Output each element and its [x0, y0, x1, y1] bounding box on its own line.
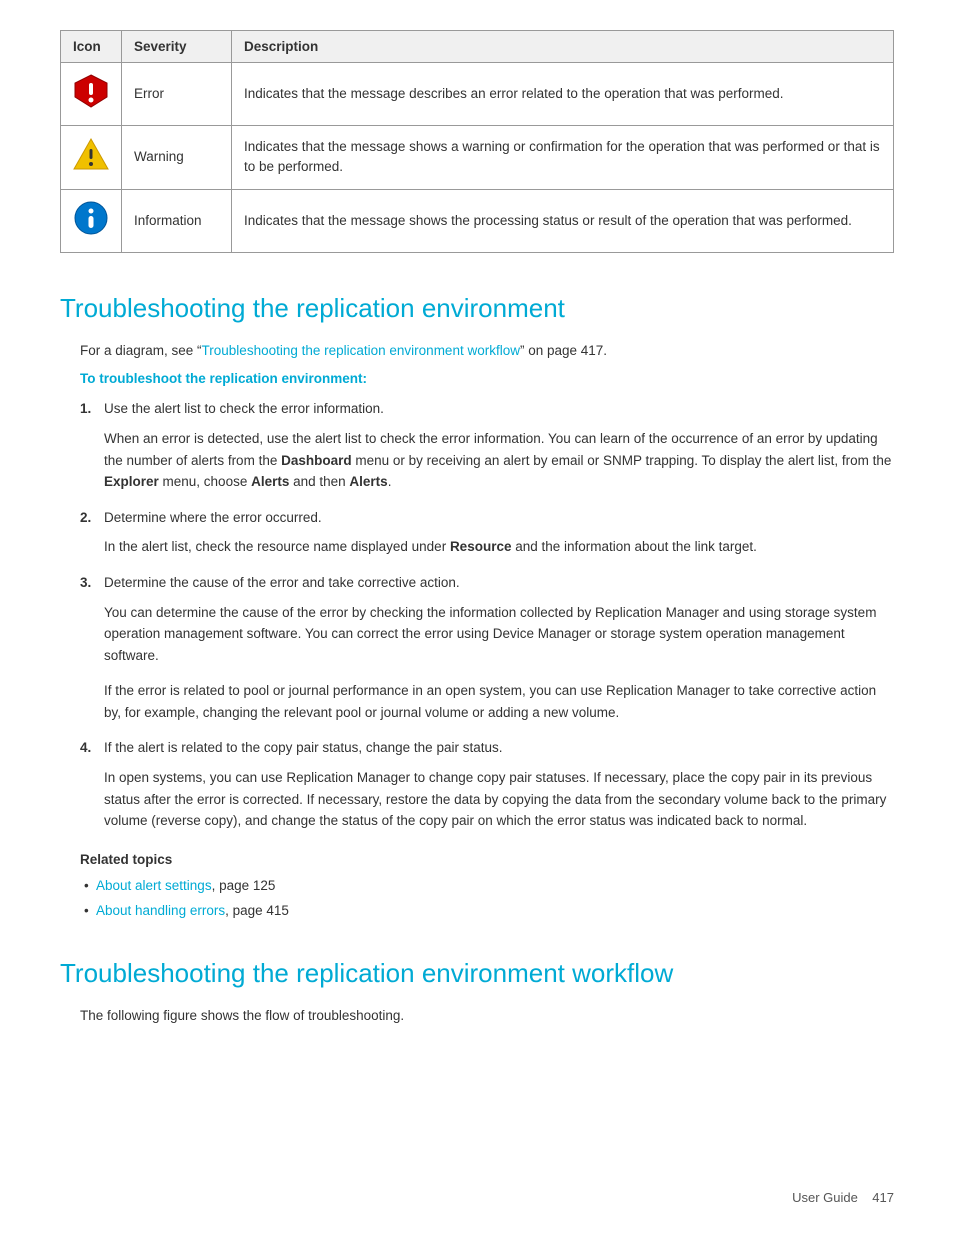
info-severity: Information: [122, 189, 232, 252]
subsection-heading: To troubleshoot the replication environm…: [80, 371, 894, 386]
error-severity: Error: [122, 63, 232, 126]
info-icon: [73, 200, 109, 236]
section2-heading: Troubleshooting the replication environm…: [60, 958, 894, 989]
related-topics-heading: Related topics: [80, 852, 894, 867]
info-icon-cell: [61, 189, 122, 252]
step-3-detail2: If the error is related to pool or journ…: [104, 680, 894, 723]
step-3: Determine the cause of the error and tak…: [80, 572, 894, 724]
intro-text: For a diagram, see “: [80, 343, 202, 358]
step-3-label: Determine the cause of the error and tak…: [104, 575, 460, 590]
about-handling-errors-link[interactable]: About handling errors: [96, 903, 225, 918]
warning-icon: [73, 136, 109, 172]
table-row: Information Indicates that the message s…: [61, 189, 894, 252]
footer-page: 417: [872, 1190, 894, 1205]
table-header-description: Description: [232, 31, 894, 63]
info-description: Indicates that the message shows the pro…: [232, 189, 894, 252]
step-4-detail: In open systems, you can use Replication…: [104, 767, 894, 832]
step-2: Determine where the error occurred. In t…: [80, 507, 894, 558]
step-2-label: Determine where the error occurred.: [104, 510, 322, 525]
workflow-link[interactable]: Troubleshooting the replication environm…: [202, 343, 520, 358]
about-alert-settings-link[interactable]: About alert settings: [96, 878, 212, 893]
intro-suffix: ” on page 417.: [520, 343, 607, 358]
step-2-detail: In the alert list, check the resource na…: [104, 536, 894, 558]
related-topics-list: About alert settings, page 125 About han…: [80, 875, 894, 922]
related-link-2-suffix: , page 415: [225, 903, 289, 918]
table-header-severity: Severity: [122, 31, 232, 63]
table-header-icon: Icon: [61, 31, 122, 63]
error-icon-cell: [61, 63, 122, 126]
page-footer: User Guide 417: [792, 1190, 894, 1205]
section1-intro: For a diagram, see “Troubleshooting the …: [80, 340, 894, 362]
related-link-2: About handling errors, page 415: [80, 900, 894, 922]
related-link-1: About alert settings, page 125: [80, 875, 894, 897]
footer-label: User Guide: [792, 1190, 858, 1205]
warning-description: Indicates that the message shows a warni…: [232, 126, 894, 189]
step-1-label: Use the alert list to check the error in…: [104, 401, 384, 416]
step-1-detail: When an error is detected, use the alert…: [104, 428, 894, 493]
step-4-label: If the alert is related to the copy pair…: [104, 740, 502, 755]
section2: Troubleshooting the replication environm…: [60, 958, 894, 1027]
error-icon: [73, 73, 109, 109]
step-4: If the alert is related to the copy pair…: [80, 737, 894, 831]
steps-list: Use the alert list to check the error in…: [80, 398, 894, 832]
severity-table: Icon Severity Description Error Indicate…: [60, 30, 894, 253]
section2-intro: The following figure shows the flow of t…: [80, 1005, 894, 1027]
step-1: Use the alert list to check the error in…: [80, 398, 894, 492]
step-3-detail1: You can determine the cause of the error…: [104, 602, 894, 667]
table-row: Error Indicates that the message describ…: [61, 63, 894, 126]
table-row: Warning Indicates that the message shows…: [61, 126, 894, 189]
warning-icon-cell: [61, 126, 122, 189]
section1-heading: Troubleshooting the replication environm…: [60, 293, 894, 324]
warning-severity: Warning: [122, 126, 232, 189]
error-description: Indicates that the message describes an …: [232, 63, 894, 126]
related-link-1-suffix: , page 125: [212, 878, 276, 893]
